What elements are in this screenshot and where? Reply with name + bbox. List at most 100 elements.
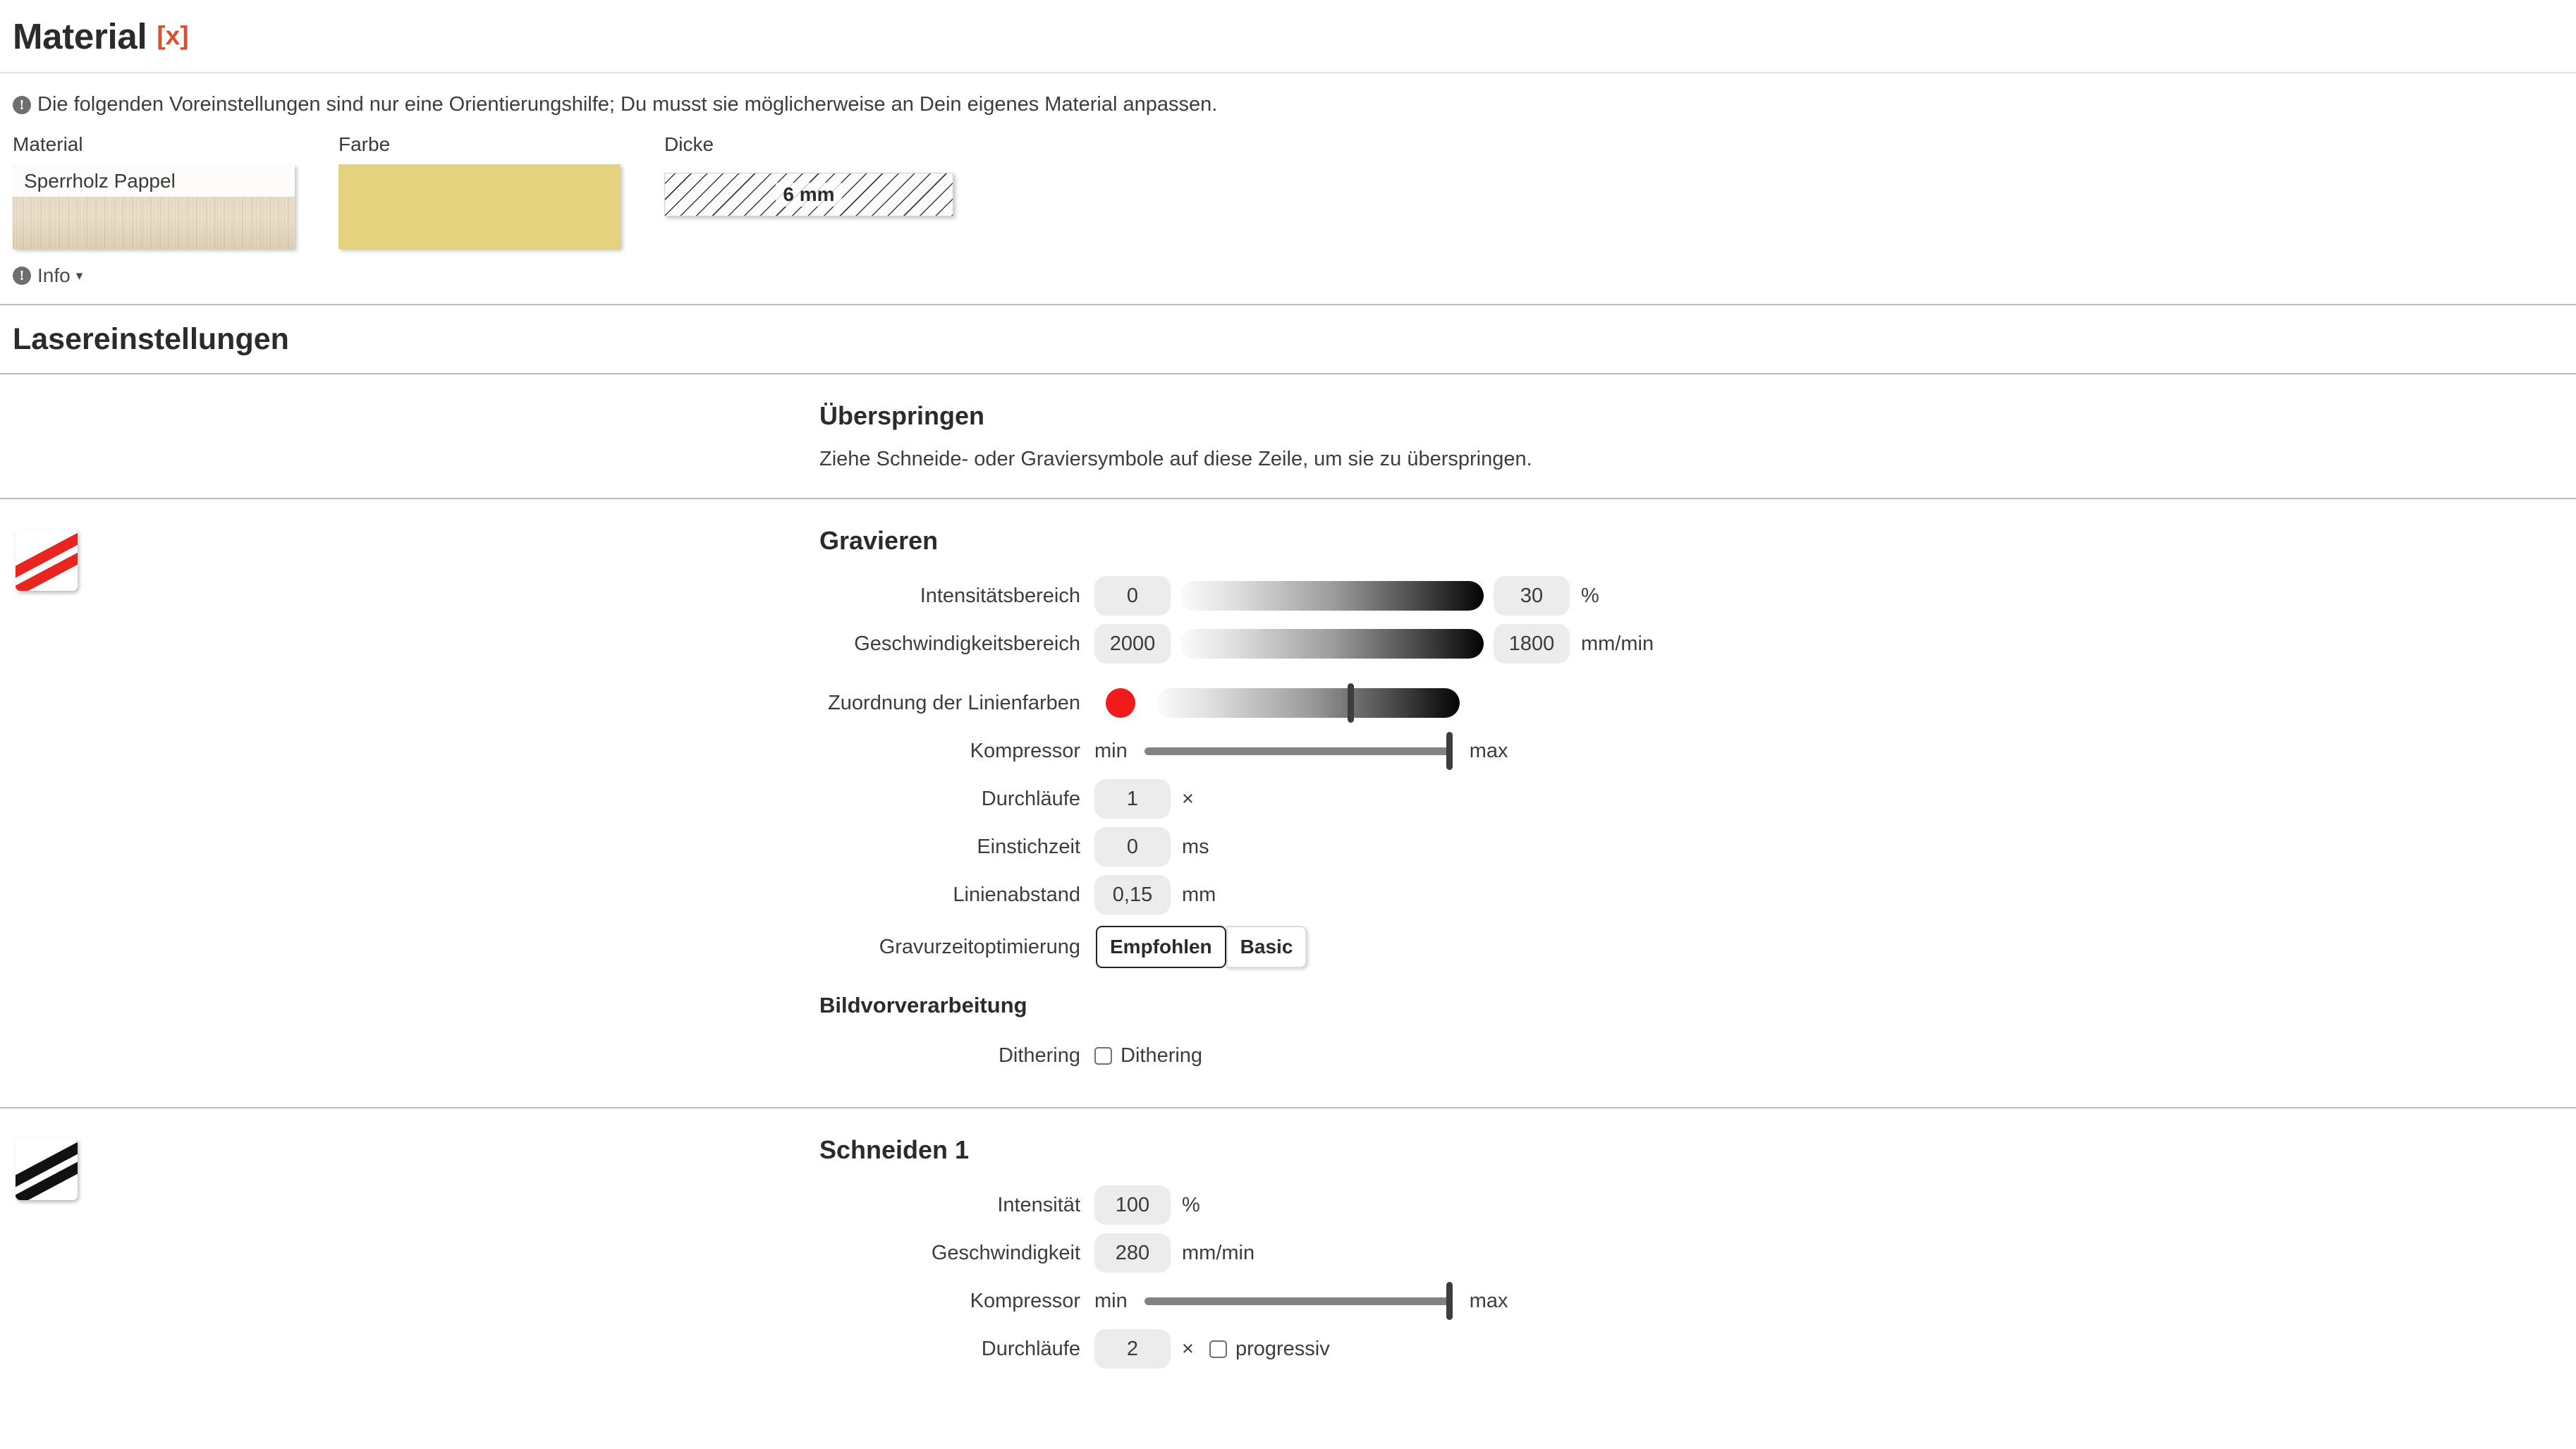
cut-compressor-thumb[interactable] xyxy=(1446,1282,1453,1320)
engrave-optimization-segmented: Empfohlen Basic xyxy=(1096,926,1307,968)
info-toggle-label: Info xyxy=(37,264,71,286)
close-button[interactable]: [x] xyxy=(157,21,188,51)
cut-speed-unit: mm/min xyxy=(1182,1241,1255,1264)
engrave-speed-unit: mm/min xyxy=(1581,632,1654,655)
engrave-line-colors-label: Zuordnung der Linienfarben xyxy=(828,691,1080,714)
cut-compressor-max-label: max xyxy=(1469,1289,1508,1312)
engrave-intensity-min-input[interactable]: 0 xyxy=(1094,576,1171,616)
engrave-speed-min-input[interactable]: 2000 xyxy=(1094,624,1171,664)
thickness-swatch[interactable]: 6 mm xyxy=(664,173,953,216)
cut-intensity-row: Intensität 100 % xyxy=(819,1182,2576,1228)
engrave-compressor-slider[interactable] xyxy=(1144,731,1453,771)
thickness-label: Dicke xyxy=(664,133,714,155)
engrave-pierce-time-row: Einstichzeit 0 ms xyxy=(819,824,2576,870)
engrave-optimization-label: Gravurzeitoptimierung xyxy=(879,935,1080,958)
cut-compressor-label: Kompressor xyxy=(970,1289,1080,1312)
color-swatch[interactable] xyxy=(338,164,621,249)
engrave-section: Gravieren Intensitätsbereich 0 30 % Gesc… xyxy=(0,499,2576,1108)
cut-compressor-track xyxy=(1144,1297,1453,1305)
cut-intensity-label: Intensität xyxy=(997,1193,1080,1216)
engrave-body: Gravieren Intensitätsbereich 0 30 % Gesc… xyxy=(819,499,2576,1107)
cut-intensity-input[interactable]: 100 xyxy=(1094,1185,1171,1225)
thickness-value: 6 mm xyxy=(776,183,842,207)
material-swatch-group: Material Sperrholz Pappel xyxy=(13,133,295,249)
cut-speed-input[interactable]: 280 xyxy=(1094,1233,1171,1273)
cut-title: Schneiden 1 xyxy=(819,1135,970,1164)
engrave-line-spacing-input[interactable]: 0,15 xyxy=(1094,875,1171,915)
cut-section: Schneiden 1 Intensität 100 % Geschwindig… xyxy=(0,1108,2576,1400)
skip-icon-col xyxy=(0,374,819,498)
info-circle-small-icon: ! xyxy=(13,267,31,285)
cut-stripes-icon[interactable] xyxy=(16,1138,78,1200)
color-label: Farbe xyxy=(338,133,391,155)
dithering-checkbox-label: Dithering xyxy=(1121,1044,1203,1067)
engrave-compressor-track xyxy=(1144,747,1453,755)
engrave-speed-row: Geschwindigkeitsbereich 2000 1800 mm/min xyxy=(819,620,2576,667)
progressive-checkbox[interactable] xyxy=(1209,1340,1227,1358)
engrave-speed-slider[interactable] xyxy=(1180,629,1484,659)
engrave-passes-unit: × xyxy=(1182,787,1194,810)
preprocessing-title: Bildvorverarbeitung xyxy=(819,993,1027,1017)
engrave-pierce-time-input[interactable]: 0 xyxy=(1094,827,1171,867)
page-title: Material xyxy=(13,16,147,56)
progressive-checkbox-wrap[interactable]: progressiv xyxy=(1209,1338,1330,1361)
swatch-row: Material Sperrholz Pappel Farbe Dicke 6 … xyxy=(0,133,2576,249)
engrave-line-colors-slider[interactable] xyxy=(1156,683,1460,723)
dithering-checkbox-wrap[interactable]: Dithering xyxy=(1094,1044,1202,1068)
skip-description: Ziehe Schneide- oder Graviersymbole auf … xyxy=(819,448,1532,470)
cut-speed-label: Geschwindigkeit xyxy=(931,1241,1080,1264)
engrave-line-spacing-row: Linienabstand 0,15 mm xyxy=(819,872,2576,918)
optimization-option-basic[interactable]: Basic xyxy=(1226,926,1307,968)
engrave-intensity-row: Intensitätsbereich 0 30 % xyxy=(819,573,2576,619)
material-header: Material [x] xyxy=(0,0,2576,73)
material-swatch[interactable]: Sperrholz Pappel xyxy=(13,164,295,249)
skip-title: Überspringen xyxy=(819,401,985,430)
info-note: ! Die folgenden Voreinstellungen sind nu… xyxy=(0,73,2576,123)
engrave-compressor-min-label: min xyxy=(1094,739,1128,762)
engrave-passes-row: Durchläufe 1 × xyxy=(819,776,2576,822)
skip-section[interactable]: Überspringen Ziehe Schneide- oder Gravie… xyxy=(0,374,2576,499)
cut-body: Schneiden 1 Intensität 100 % Geschwindig… xyxy=(819,1108,2576,1400)
engrave-compressor-row: Kompressor min max xyxy=(819,728,2576,774)
engrave-passes-label: Durchläufe xyxy=(981,787,1080,810)
engrave-line-spacing-unit: mm xyxy=(1182,883,1216,906)
material-label: Material xyxy=(13,133,83,155)
engrave-intensity-max-input[interactable]: 30 xyxy=(1494,576,1570,616)
laser-settings-header: Lasereinstellungen xyxy=(0,304,2576,374)
cut-passes-unit: × xyxy=(1182,1337,1194,1360)
info-note-text: Die folgenden Voreinstellungen sind nur … xyxy=(37,93,1218,116)
cut-passes-input[interactable]: 2 xyxy=(1094,1329,1171,1369)
thickness-swatch-group: Dicke 6 mm xyxy=(664,133,953,216)
engrave-stripes-icon[interactable] xyxy=(16,529,78,591)
color-swatch-group: Farbe xyxy=(338,133,621,249)
cut-intensity-unit: % xyxy=(1182,1193,1200,1216)
cut-speed-row: Geschwindigkeit 280 mm/min xyxy=(819,1230,2576,1276)
engrave-pierce-time-label: Einstichzeit xyxy=(977,835,1080,858)
engrave-intensity-unit: % xyxy=(1581,584,1599,607)
engrave-passes-input[interactable]: 1 xyxy=(1094,779,1171,819)
info-toggle[interactable]: ! Info ▾ xyxy=(0,264,83,287)
skip-body: Überspringen Ziehe Schneide- oder Gravie… xyxy=(819,374,2576,498)
cut-compressor-min-label: min xyxy=(1094,1289,1128,1312)
engrave-speed-max-input[interactable]: 1800 xyxy=(1494,624,1570,664)
progressive-checkbox-label: progressiv xyxy=(1235,1337,1330,1360)
engrave-title: Gravieren xyxy=(819,526,939,555)
engrave-compressor-label: Kompressor xyxy=(970,739,1080,762)
optimization-option-empfohlen[interactable]: Empfohlen xyxy=(1096,926,1226,968)
engrave-speed-label: Geschwindigkeitsbereich xyxy=(854,632,1080,655)
dithering-checkbox[interactable] xyxy=(1094,1046,1112,1065)
engrave-intensity-label: Intensitätsbereich xyxy=(920,584,1080,607)
engrave-icon-col xyxy=(0,499,819,1107)
engrave-compressor-max-label: max xyxy=(1469,739,1508,762)
engrave-intensity-slider[interactable] xyxy=(1180,581,1484,611)
engrave-line-spacing-label: Linienabstand xyxy=(953,883,1080,906)
engrave-compressor-thumb[interactable] xyxy=(1446,732,1453,770)
engrave-optimization-row: Gravurzeitoptimierung Empfohlen Basic xyxy=(819,919,2576,974)
engrave-dithering-label: Dithering xyxy=(998,1044,1080,1067)
wood-texture xyxy=(13,197,295,249)
line-color-dot[interactable] xyxy=(1106,688,1135,718)
material-name: Sperrholz Pappel xyxy=(24,170,176,192)
cut-icon-col xyxy=(0,1108,819,1400)
chevron-down-icon: ▾ xyxy=(75,268,83,283)
cut-compressor-slider[interactable] xyxy=(1144,1281,1453,1321)
